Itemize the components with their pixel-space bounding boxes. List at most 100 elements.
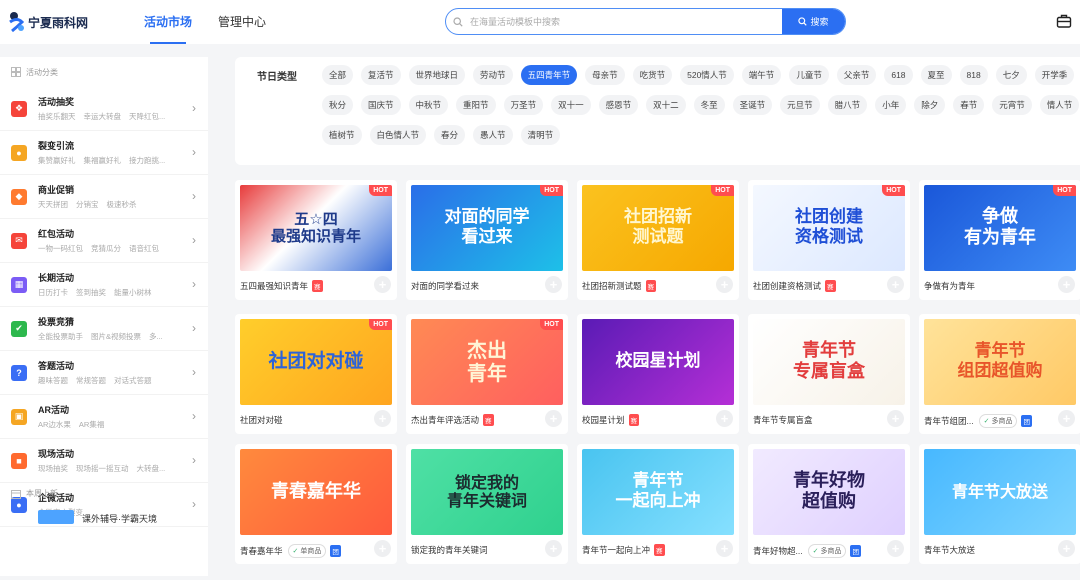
add-icon[interactable]: + [545,410,562,427]
holiday-tag[interactable]: 母亲节 [585,65,625,85]
holiday-tag[interactable]: 复活节 [361,65,401,85]
template-card[interactable]: 社团创建 资格测试 HOT 社团创建资格测试赛 + [748,180,910,300]
template-thumbnail[interactable]: 五☆四 最强知识青年 HOT [240,185,392,271]
holiday-tag[interactable]: 腊八节 [827,95,868,115]
add-icon[interactable]: + [716,540,733,557]
template-card[interactable]: 校园星计划 校园星计划赛 + [577,314,739,434]
template-card[interactable]: 青年节 专属盲盒 青年节专属盲盒 + [748,314,910,434]
template-card[interactable]: 杰出 青年 HOT 杰出青年评选活动赛 + [406,314,568,434]
holiday-tag[interactable]: 冬至 [693,95,725,115]
add-icon[interactable]: + [716,276,733,293]
add-icon[interactable]: + [545,276,562,293]
category-subitem[interactable]: 语音红包 [129,244,159,253]
template-card[interactable]: 争做 有为青年 HOT 争做有为青年 + [919,180,1080,300]
add-icon[interactable]: + [716,410,733,427]
category-subitem[interactable]: 幸运大转盘 [84,112,122,121]
add-icon[interactable]: + [1058,410,1075,427]
template-thumbnail[interactable]: 青年节大放送 [924,449,1076,535]
category-subitem[interactable]: 集赞赢好礼 [38,156,76,165]
template-thumbnail[interactable]: 社团招新 测试题 HOT [582,185,734,271]
category-subitem[interactable]: 分销宝 [76,200,99,209]
search-input[interactable] [470,9,782,34]
new-item-thumbnail[interactable] [38,510,74,524]
category-subitem[interactable]: 抽奖乐翻天 [38,112,76,121]
brand-logo[interactable]: 宁夏雨科网 [8,11,118,33]
add-icon[interactable]: + [887,276,904,293]
holiday-tag[interactable]: 元旦节 [780,95,820,115]
holiday-tag[interactable]: 中秋节 [408,95,449,115]
template-thumbnail[interactable]: 社团对对碰 HOT [240,319,392,405]
template-card[interactable]: 对面的同学 看过来 HOT 对面的同学看过来 + [406,180,568,300]
category-item[interactable]: ● 裂变引流 集赞赢好礼 集福赢好礼 接力跑挑... › [0,131,208,175]
add-icon[interactable]: + [1058,276,1075,293]
nav-item-market[interactable]: 活动市场 [144,0,192,44]
template-thumbnail[interactable]: 锁定我的 青年关键词 [411,449,563,535]
holiday-tag[interactable]: 春分 [434,125,466,145]
category-item[interactable]: ■ 现场活动 现场抽奖 现场摇一摇互动 大转盘... › [0,439,208,483]
category-subitem[interactable]: 多... [149,332,163,341]
category-subitem[interactable]: 天降红包... [129,112,165,121]
template-thumbnail[interactable]: 对面的同学 看过来 HOT [411,185,563,271]
holiday-tag[interactable]: 儿童节 [789,65,829,85]
template-thumbnail[interactable]: 青年节 一起向上冲 [582,449,734,535]
template-thumbnail[interactable]: 校园星计划 [582,319,734,405]
template-card[interactable]: 青年好物 超值购 青年好物超... ✓ 多商品团 + [748,444,910,564]
category-subitem[interactable]: 对话式答题 [114,376,152,385]
holiday-tag[interactable]: 吃货节 [632,65,673,85]
holiday-tag[interactable]: 618 [884,65,913,85]
category-subitem[interactable]: 接力跑挑... [129,156,165,165]
template-card[interactable]: 青年节 组团超值购 青年节组团... ✓ 多商品团 + [919,314,1080,434]
add-icon[interactable]: + [887,540,904,557]
holiday-tag[interactable]: 818 [959,65,988,85]
template-card[interactable]: 青年节大放送 青年节大放送 + [919,444,1080,564]
add-icon[interactable]: + [887,410,904,427]
holiday-tag[interactable]: 七夕 [995,65,1027,85]
template-thumbnail[interactable]: 社团创建 资格测试 HOT [753,185,905,271]
template-card[interactable]: 社团对对碰 HOT 社团对对碰 + [235,314,397,434]
template-card[interactable]: 青年节 一起向上冲 青年节一起向上冲赛 + [577,444,739,564]
holiday-tag[interactable]: 情人节 [1039,95,1080,115]
holiday-tag[interactable]: 清明节 [520,125,561,145]
category-item[interactable]: ▦ 长期活动 日历打卡 签到抽奖 能量小树林 › [0,263,208,307]
category-item[interactable]: ◆ 商业促销 天天拼团 分销宝 极速秒杀 › [0,175,208,219]
category-subitem[interactable]: 签到抽奖 [76,288,106,297]
category-subitem[interactable]: 能量小树林 [114,288,152,297]
holiday-tag[interactable]: 双十一 [551,95,591,115]
category-subitem[interactable]: 天天拼团 [38,200,68,209]
category-subitem[interactable]: 图片&视频投票 [91,332,141,341]
add-icon[interactable]: + [374,410,391,427]
holiday-tag[interactable]: 春节 [953,95,985,115]
template-thumbnail[interactable]: 争做 有为青年 HOT [924,185,1076,271]
category-item[interactable]: ✔ 投票竞猜 全能投票助手 图片&视频投票 多... › [0,307,208,351]
category-subitem[interactable]: 集福赢好礼 [84,156,122,165]
search-button[interactable]: 搜索 [782,9,845,34]
category-subitem[interactable]: AR边水果 [38,420,71,429]
template-card[interactable]: 锁定我的 青年关键词 锁定我的青年关键词 + [406,444,568,564]
category-item[interactable]: ▣ AR活动 AR边水果 AR集福 › [0,395,208,439]
category-item[interactable]: ✉ 红包活动 一物一码红包 竞猜瓜分 语音红包 › [0,219,208,263]
holiday-tag[interactable]: 520情人节 [680,65,734,85]
add-icon[interactable]: + [374,540,391,557]
template-thumbnail[interactable]: 杰出 青年 HOT [411,319,563,405]
template-thumbnail[interactable]: 青春嘉年华 [240,449,392,535]
category-subitem[interactable]: 现场摇一摇互动 [76,464,129,473]
category-subitem[interactable]: 大转盘... [137,464,166,473]
holiday-tag[interactable]: 国庆节 [361,95,401,115]
holiday-tag[interactable]: 端午节 [741,65,782,85]
category-subitem[interactable]: 趣味答题 [38,376,68,385]
template-card[interactable]: 社团招新 测试题 HOT 社团招新测试题赛 + [577,180,739,300]
template-card[interactable]: 青春嘉年华 青春嘉年华 ✓ 单商品团 + [235,444,397,564]
category-subitem[interactable]: 一物一码红包 [38,244,83,253]
holiday-tag[interactable]: 劳动节 [473,65,513,85]
template-thumbnail[interactable]: 青年好物 超值购 [753,449,905,535]
category-subitem[interactable]: AR集福 [79,420,104,429]
category-item[interactable]: ? 答题活动 趣味答题 常规答题 对话式答题 › [0,351,208,395]
nav-item-management[interactable]: 管理中心 [218,0,266,44]
holiday-tag[interactable]: 父亲节 [836,65,877,85]
holiday-tag[interactable]: 植树节 [322,125,362,145]
holiday-tag[interactable]: 全部 [322,65,354,85]
holiday-tag[interactable]: 世界地球日 [408,65,466,85]
template-thumbnail[interactable]: 青年节 组团超值购 [924,319,1076,405]
holiday-tag[interactable]: 元宵节 [992,95,1032,115]
holiday-tag[interactable]: 五四青年节 [520,65,578,85]
